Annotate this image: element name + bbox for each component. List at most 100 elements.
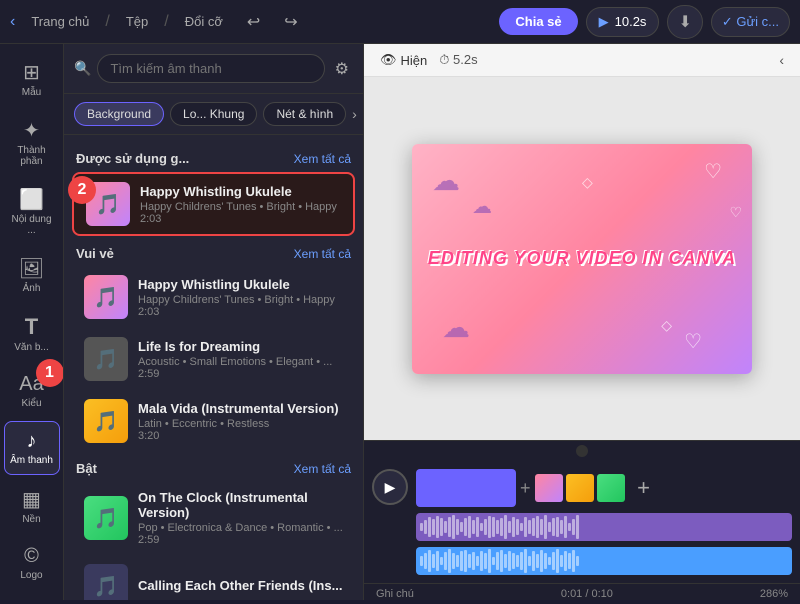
search-icon: 🔍: [74, 60, 91, 77]
file-button[interactable]: Tệp: [118, 10, 156, 33]
fun-track-meta-2: Acoustic • Small Emotions • Elegant • ..…: [138, 356, 343, 380]
filter-more-icon[interactable]: ›: [352, 102, 357, 126]
fun-track-1[interactable]: 🎵 Happy Whistling Ukulele Happy Children…: [72, 267, 355, 327]
audio-icon: ♪: [27, 430, 37, 453]
search-bar: 🔍 ⚙: [64, 44, 363, 94]
canvas-frame[interactable]: ☁ ☁ ☁ ♡ ♡ ♡ ◇ ◇ EDITING YOUR VIDEO IN CA…: [412, 144, 752, 374]
fun-track-meta-3: Latin • Eccentric • Restless 3:20: [138, 418, 343, 442]
play-button[interactable]: ▶ 10.2s: [586, 7, 660, 37]
send-button[interactable]: ✓ Gửi c...: [711, 7, 790, 37]
timeline-tracks: ▶ + +: [364, 461, 800, 583]
back-arrow-icon[interactable]: ‹: [10, 13, 15, 31]
fun-track-2[interactable]: 🎵 Life Is for Dreaming Acoustic • Small …: [72, 329, 355, 389]
panel-content: Được sử dụng g... Xem tất cả 2 🎵 Happy W…: [64, 135, 363, 600]
fun-section-title: Vui vẻ: [76, 246, 114, 261]
timeline-play-button[interactable]: ▶: [372, 469, 408, 505]
waveform-purple: [416, 513, 792, 541]
canvas-text: EDITING YOUR VIDEO IN CANVA: [428, 248, 736, 269]
beat-track-2[interactable]: 🎵 Calling Each Other Friends (Ins...: [72, 556, 355, 600]
filter-button[interactable]: ⚙: [331, 55, 353, 83]
fun-track-name-3: Mala Vida (Instrumental Version): [138, 401, 343, 416]
canvas-area: ☁ ☁ ☁ ♡ ♡ ♡ ◇ ◇ EDITING YOUR VIDEO IN CA…: [364, 77, 800, 440]
home-button[interactable]: Trang chủ: [23, 10, 97, 33]
clock-icon: ⏱: [439, 52, 449, 67]
waveform-blue: [416, 547, 792, 575]
download-button[interactable]: ⬇: [667, 5, 702, 39]
play-icon: ▶: [599, 14, 609, 30]
sidebar-label-logo: Logo: [20, 570, 42, 581]
track-item-selected[interactable]: 🎵 Happy Whistling Ukulele Happy Children…: [72, 172, 355, 236]
timeline-needle-area: [364, 441, 800, 461]
collapse-panel-button[interactable]: ‹: [779, 52, 784, 68]
video-track-row: + +: [416, 469, 792, 507]
sidebar-item-thanhphan[interactable]: ✦ Thành phần: [4, 110, 60, 175]
beat-track-thumb-2: 🎵: [84, 564, 128, 600]
canvas-time: ⏱ 5.2s: [439, 52, 477, 68]
template-icon: ⊞: [23, 60, 40, 85]
icon-sidebar: ⊞ Mẫu ✦ Thành phần ⬜ Nội dung ... 🖼 Ảnh …: [0, 44, 64, 600]
zoom-level: 286%: [760, 588, 788, 600]
video-block[interactable]: [416, 469, 516, 507]
timeline-footer: Ghi chú 0:01 / 0:10 286%: [364, 583, 800, 604]
filter-tag-lokhung[interactable]: Lo... Khung: [170, 102, 257, 126]
playhead-head: [576, 445, 588, 457]
play-time-label: 0:01 / 0:10: [561, 588, 613, 600]
sidebar-label-thanhphan: Thành phần: [8, 145, 56, 167]
diamond-decoration-2: ◇: [661, 317, 672, 334]
track-meta-1: Happy Childrens' Tunes • Bright • Happy …: [140, 201, 341, 225]
sidebar-item-nen[interactable]: ▦ Nền: [4, 479, 60, 533]
fun-see-all[interactable]: Xem tất cả: [294, 247, 351, 261]
sidebar-item-anh[interactable]: 🖼 Ảnh: [4, 248, 60, 302]
clip-thumb-2[interactable]: [566, 474, 594, 502]
resize-button[interactable]: Đổi cỡ: [177, 10, 231, 33]
share-button[interactable]: Chia sẻ: [499, 8, 577, 35]
search-input[interactable]: [97, 54, 324, 83]
recently-used-see-all[interactable]: Xem tất cả: [294, 152, 351, 166]
sidebar-label-kieu: Kiểu: [21, 398, 41, 409]
fun-track-thumb-2: 🎵: [84, 337, 128, 381]
sidebar-label-noidung: Nội dung ...: [8, 214, 56, 236]
filter-tag-nethinh[interactable]: Nét & hình: [263, 102, 346, 126]
cloud-decoration-2: ☁: [472, 194, 492, 219]
clip-thumb-3[interactable]: [597, 474, 625, 502]
text-icon: T: [25, 314, 38, 340]
heart-decoration-1: ♡: [704, 159, 722, 184]
audio-track-blue[interactable]: [416, 547, 792, 575]
heart-decoration-2: ♡: [729, 204, 742, 221]
track-thumb-1: 🎵: [86, 182, 130, 226]
heart-decoration-3: ♡: [684, 329, 702, 354]
sidebar-item-logo[interactable]: © Logo: [4, 537, 60, 589]
timeline-play-icon: ▶: [385, 479, 396, 496]
canvas-top-bar: 👁 Hiện ⏱ 5.2s ‹: [364, 44, 800, 77]
audio-track-purple[interactable]: [416, 513, 792, 541]
sidebar-label-mau: Mẫu: [22, 87, 41, 98]
tracks-area: + +: [416, 469, 792, 575]
beat-see-all[interactable]: Xem tất cả: [294, 462, 351, 476]
redo-button[interactable]: ↪: [276, 8, 305, 36]
visibility-label: Hiện: [401, 53, 428, 68]
sidebar-item-mau[interactable]: ⊞ Mẫu: [4, 52, 60, 106]
cloud-decoration-3: ☁: [442, 311, 470, 344]
sidebar-label-anh: Ảnh: [23, 283, 41, 294]
sidebar-item-kieu[interactable]: 1 Aa Kiểu: [4, 365, 60, 417]
clip-thumb-1[interactable]: [535, 474, 563, 502]
cloud-decoration-1: ☁: [432, 164, 460, 197]
beat-track-1[interactable]: 🎵 On The Clock (Instrumental Version) Po…: [72, 482, 355, 554]
fun-track-thumb-1: 🎵: [84, 275, 128, 319]
elements-icon: ✦: [23, 118, 40, 143]
sidebar-item-vanban[interactable]: T Văn b...: [4, 306, 60, 361]
ghi-chu-label: Ghi chú: [376, 588, 414, 600]
undo-button[interactable]: ↩: [239, 8, 268, 36]
recently-used-title: Được sử dụng g...: [76, 151, 189, 166]
filter-tag-background[interactable]: Background: [74, 102, 164, 126]
top-navigation: ‹ Trang chủ / Tệp / Đổi cỡ ↩ ↪ Chia sẻ ▶…: [0, 0, 800, 44]
fun-track-name-1: Happy Whistling Ukulele: [138, 277, 343, 292]
add-track-button[interactable]: +: [629, 473, 659, 503]
clip-thumbnails: [535, 474, 625, 502]
fun-track-3[interactable]: 🎵 Mala Vida (Instrumental Version) Latin…: [72, 391, 355, 451]
style-icon: Aa: [19, 373, 43, 396]
sidebar-item-noidung[interactable]: ⬜ Nội dung ...: [4, 179, 60, 244]
sidebar-item-amthanh[interactable]: ♪ Âm thanh: [4, 421, 60, 475]
visibility-button[interactable]: 👁 Hiện: [380, 52, 427, 68]
sidebar-label-amthanh: Âm thanh: [10, 455, 53, 466]
